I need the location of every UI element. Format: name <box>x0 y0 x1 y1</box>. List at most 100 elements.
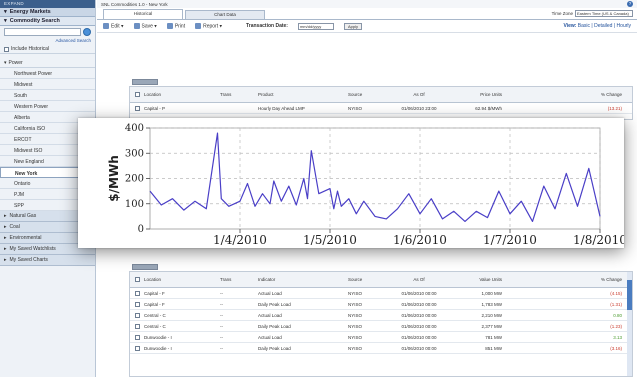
col-as-of[interactable]: As Of <box>388 92 450 97</box>
window-titlebar: SNL Commodities 1.0 - New York ? <box>97 0 637 8</box>
x-tick-label: 1/4/2010 <box>213 233 267 247</box>
grid-options-button[interactable] <box>132 264 158 270</box>
y-axis-label: $/MWh <box>107 155 121 201</box>
toolbar: Edit ▾ Save ▾ Print Report ▾ Transaction… <box>97 20 637 33</box>
sidebar-group[interactable]: ▸ My Saved Charts <box>0 255 95 266</box>
include-historical-toggle[interactable]: Include Historical <box>0 45 95 54</box>
table-row[interactable]: Capital - F -- Daily Peak Load NYISO 01/06/2… <box>130 299 632 310</box>
cell-as-of: 01/06/2010 00:00 <box>401 290 437 296</box>
cell-indicator: Daily Peak Load <box>258 301 291 307</box>
cell-change: (1.31) <box>610 301 622 307</box>
col-as-of[interactable]: As Of <box>388 277 450 282</box>
col-change[interactable]: % Change <box>506 277 632 282</box>
view-basic-link[interactable]: Basic <box>578 23 590 29</box>
collapse-icon: ▾ <box>4 60 7 66</box>
indicator-rows: Capital - F -- Actual Load NYISO 01/06/2010 … <box>130 288 632 354</box>
x-tick-label: 1/8/2010 <box>573 233 624 247</box>
table-row[interactable]: Central - C -- Actual Load NYISO 01/06/2010 … <box>130 310 632 321</box>
tab-historical[interactable]: Historical <box>103 9 183 19</box>
sidebar-section-energy-markets[interactable]: ▾ Energy Markets <box>0 8 95 17</box>
row-checkbox[interactable] <box>134 290 140 296</box>
table-row[interactable]: Capital - F -- Actual Load NYISO 01/06/2010 … <box>130 288 632 299</box>
commodity-search-input[interactable] <box>4 28 81 36</box>
table-row[interactable]: Dunwoodie - I -- Daily Peak Load NYISO 01/06… <box>130 343 632 354</box>
sidebar-expand-label[interactable]: EXPAND <box>0 0 95 8</box>
sidebar-item[interactable]: South <box>0 90 95 101</box>
col-indicator[interactable]: Indicator <box>258 277 348 282</box>
vertical-scrollbar[interactable] <box>627 272 632 376</box>
row-checkbox[interactable] <box>134 312 140 318</box>
row-checkbox[interactable] <box>134 334 140 340</box>
power-group-header[interactable]: ▾ Power <box>0 59 95 68</box>
cell-value: 1,783 MW <box>481 301 502 307</box>
view-detailed-link[interactable]: Detailed <box>594 23 612 29</box>
y-tick-label: 400 <box>125 123 144 134</box>
select-all-checkbox[interactable] <box>134 277 140 282</box>
report-menu[interactable]: Report ▾ <box>195 22 222 30</box>
price-table: Location Trans Product Source As Of Pric… <box>129 86 633 120</box>
sidebar-item[interactable]: Western Power <box>0 101 95 112</box>
cell-source: NYISO <box>348 312 363 318</box>
tab-chart-data[interactable]: Chart Data <box>185 10 265 19</box>
cell-source: NYISO <box>348 105 363 111</box>
select-all-checkbox[interactable] <box>134 92 140 97</box>
x-tick-label: 1/7/2010 <box>483 233 537 247</box>
col-trans[interactable]: Trans <box>220 277 258 282</box>
help-icon[interactable]: ? <box>627 1 633 7</box>
sidebar-group-label: My Saved Charts <box>9 257 48 263</box>
scrollbar-thumb[interactable] <box>627 280 632 310</box>
cell-change: (13.21) <box>607 105 622 111</box>
report-label: Report ▾ <box>203 23 222 30</box>
commodity-search-header[interactable]: ▾ Commodity Search <box>0 17 95 26</box>
cell-value: 1,000 MW <box>481 290 502 296</box>
col-product[interactable]: Product <box>258 92 348 97</box>
row-checkbox[interactable] <box>134 323 140 329</box>
col-source[interactable]: Source <box>348 92 388 97</box>
col-location[interactable]: Location <box>144 92 220 97</box>
col-price-units[interactable]: Price Units <box>450 92 506 97</box>
cell-trans: -- <box>220 345 223 351</box>
cell-source: NYISO <box>348 301 363 307</box>
cell-indicator: Actual Load <box>258 334 282 340</box>
col-location[interactable]: Location <box>144 277 220 282</box>
cell-product: Hourly Day Ahead LMP <box>258 105 305 111</box>
cell-change: 0.80 <box>613 312 622 318</box>
sidebar-group-label: Environmental <box>9 235 42 241</box>
transaction-date-input[interactable]: mm/dd/yyyy <box>297 22 334 30</box>
print-button[interactable]: Print <box>166 22 185 29</box>
col-value-units[interactable]: Value Units <box>450 277 506 282</box>
col-source[interactable]: Source <box>348 277 388 282</box>
price-table-header: Location Trans Product Source As Of Pric… <box>130 87 632 103</box>
report-icon <box>195 22 202 29</box>
table-row[interactable]: Dunwoodie - I -- Actual Load NYISO 01/06/201… <box>130 332 632 343</box>
price-chart-card: 0 100 200 300 400 1/4/2010 1/5/2010 1/6/2010 1/7… <box>78 118 624 248</box>
search-go-icon[interactable] <box>83 28 91 36</box>
time-zone-label: Time Zone <box>551 11 573 16</box>
cell-trans: -- <box>220 334 223 340</box>
time-zone-dropdown[interactable]: Eastern Time (US & Canada) <box>575 10 633 17</box>
grid-options-button[interactable] <box>132 79 158 85</box>
row-checkbox[interactable] <box>134 301 140 307</box>
view-hourly-link[interactable]: Hourly <box>617 23 631 29</box>
col-change[interactable]: % Change <box>506 92 632 97</box>
include-historical-checkbox[interactable] <box>4 46 9 52</box>
sidebar-item[interactable]: Midwest <box>0 79 95 90</box>
advanced-search-link[interactable]: Advanced Search <box>0 38 95 45</box>
cell-trans: -- <box>220 301 223 307</box>
edit-menu[interactable]: Edit ▾ <box>103 22 124 29</box>
cell-change: 3.13 <box>613 334 622 340</box>
row-checkbox[interactable] <box>134 105 140 111</box>
table-row[interactable]: Capital - P Hourly Day Ahead LMP NYISO 0… <box>130 103 632 114</box>
row-checkbox[interactable] <box>134 345 140 351</box>
cell-as-of: 01/06/2010 00:00 <box>401 312 437 318</box>
apply-button[interactable]: Apply <box>343 22 362 30</box>
save-menu[interactable]: Save ▾ <box>133 22 157 29</box>
table-row[interactable]: Central - C -- Daily Peak Load NYISO 01/06/2… <box>130 321 632 332</box>
col-trans[interactable]: Trans <box>220 92 258 97</box>
indicator-table-header: Location Trans Indicator Source As Of Va… <box>130 272 632 288</box>
sidebar-item[interactable]: Northwest Power <box>0 68 95 79</box>
cell-location: Central - C <box>144 323 166 329</box>
sidebar-group-label: My Saved Watchlists <box>9 246 56 252</box>
cell-value: 781 MW <box>485 334 502 340</box>
print-icon <box>166 22 173 29</box>
